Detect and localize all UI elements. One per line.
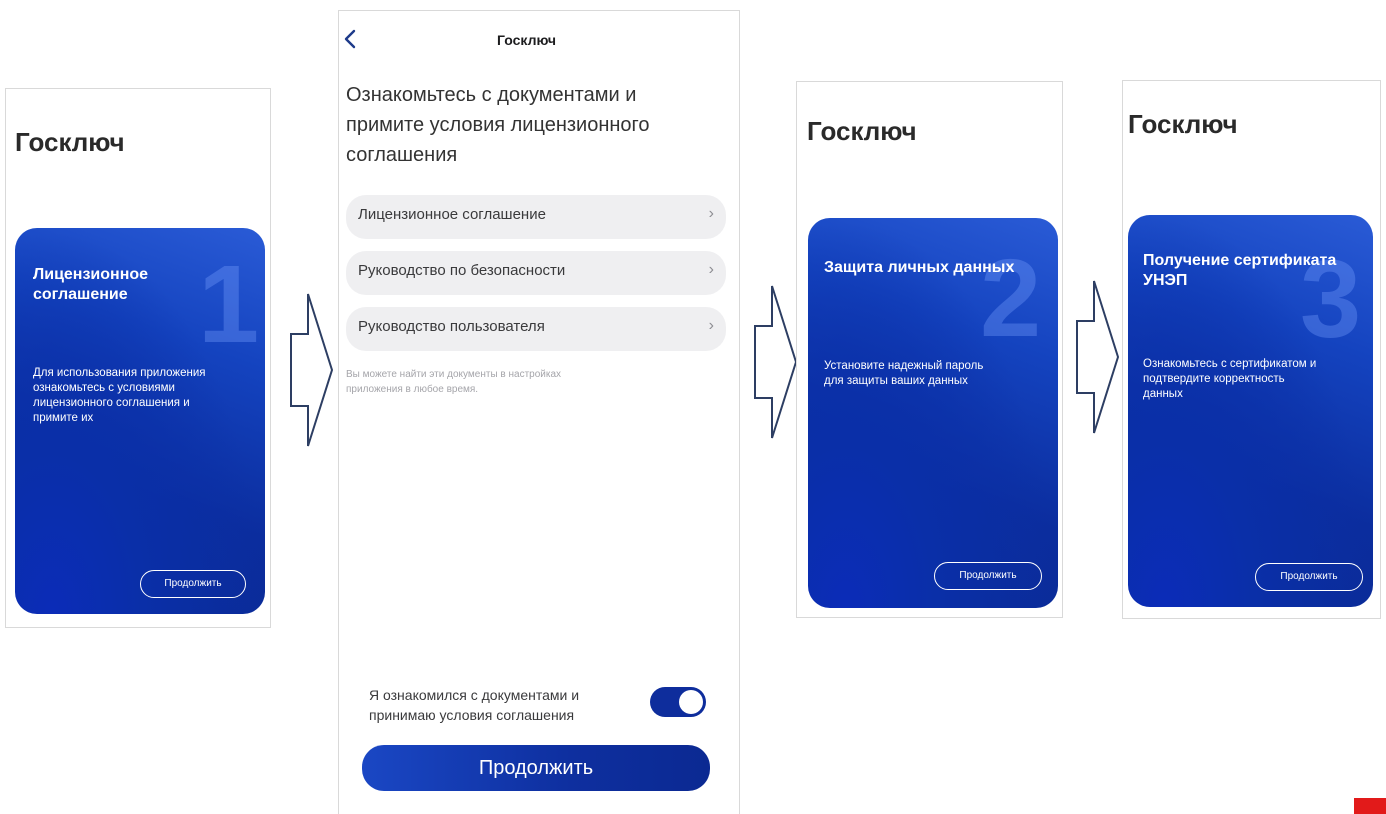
onboarding-card: 2 Защита личных данных Установите надежн… [808, 218, 1058, 608]
screen-certificate: Госключ 3 Получение сертификата УНЭП Озн… [1122, 80, 1381, 619]
chevron-right-icon: › [708, 261, 714, 278]
hint-line: Вы можете найти эти документы в настройк… [346, 369, 562, 380]
card-text-line: Для использования приложения [33, 367, 206, 379]
screen-documents: Госключ Ознакомьтесь с документами и при… [338, 10, 740, 814]
card-title: Защита личных данных [824, 259, 1015, 276]
card-title-line: УНЭП [1143, 272, 1188, 289]
chevron-left-icon[interactable] [343, 29, 357, 49]
card-text-line: Установите надежный пароль [824, 360, 984, 372]
document-label: Руководство пользователя [358, 318, 545, 335]
document-label: Лицензионное соглашение [358, 206, 546, 223]
app-title: Госключ [1128, 109, 1238, 139]
onboarding-card: 3 Получение сертификата УНЭП Ознакомьтес… [1128, 215, 1373, 607]
agreement-line: Я ознакомился с документами и [369, 687, 580, 703]
document-row-security[interactable]: Руководство по безопасности › [346, 251, 726, 295]
agreement-line: принимаю условия соглашения [369, 707, 575, 723]
card-title-line: Получение сертификата [1143, 252, 1337, 269]
document-row-license[interactable]: Лицензионное соглашение › [346, 195, 726, 239]
agreement-label: Я ознакомился с документами и принимаю у… [369, 685, 579, 725]
hint-line: приложения в любое время. [346, 384, 479, 395]
card-text-line: подтвердите корректность [1143, 373, 1285, 385]
step-number: 1 [198, 243, 260, 366]
agreement-toggle[interactable] [650, 687, 706, 717]
arrow-right-icon [290, 293, 334, 447]
document-label: Руководство по безопасности [358, 262, 566, 279]
card-text-line: примите их [33, 412, 94, 424]
screen-data-protection: Госключ 2 Защита личных данных Установит… [796, 81, 1063, 618]
arrow-right-icon [754, 285, 798, 439]
card-text-line: данных [1143, 388, 1183, 400]
page-heading: Ознакомьтесь с документами и примите усл… [346, 80, 650, 170]
card-description: Ознакомьтесь с сертификатом и подтвердит… [1143, 357, 1316, 402]
card-description: Для использования приложения ознакомьтес… [33, 366, 206, 426]
nav-title: Госключ [497, 32, 557, 48]
continue-button[interactable]: Продолжить [140, 570, 246, 598]
heading-line: соглашения [346, 144, 458, 166]
card-title: Получение сертификата УНЭП [1143, 251, 1336, 291]
card-title: Лицензионное соглашение [33, 265, 148, 305]
onboarding-card: 1 Лицензионное соглашение Для использова… [15, 228, 265, 614]
card-text-line: ознакомьтесь с условиями [33, 382, 175, 394]
document-row-user-guide[interactable]: Руководство пользователя › [346, 307, 726, 351]
heading-line: Ознакомьтесь с документами и [346, 84, 637, 106]
arrow-right-icon [1076, 280, 1120, 434]
chevron-right-icon: › [708, 317, 714, 334]
card-text-line: для защиты ваших данных [824, 375, 968, 387]
card-title-line: Лицензионное [33, 266, 149, 283]
continue-button[interactable]: Продолжить [362, 745, 710, 791]
red-corner-mark [1354, 798, 1386, 814]
card-text-line: лицензионного соглашения и [33, 397, 190, 409]
toggle-knob [679, 690, 703, 714]
card-description: Установите надежный пароль для защиты ва… [824, 359, 983, 389]
chevron-right-icon: › [708, 205, 714, 222]
heading-line: примите условия лицензионного [346, 114, 650, 136]
continue-button[interactable]: Продолжить [1255, 563, 1363, 591]
app-title: Госключ [15, 127, 125, 157]
app-title: Госключ [807, 116, 917, 146]
card-text-line: Ознакомьтесь с сертификатом и [1143, 358, 1317, 370]
screen-license-intro: Госключ 1 Лицензионное соглашение Для ис… [5, 88, 271, 628]
continue-button[interactable]: Продолжить [934, 562, 1042, 590]
card-title-line: соглашение [33, 286, 128, 303]
documents-hint: Вы можете найти эти документы в настройк… [346, 367, 561, 397]
